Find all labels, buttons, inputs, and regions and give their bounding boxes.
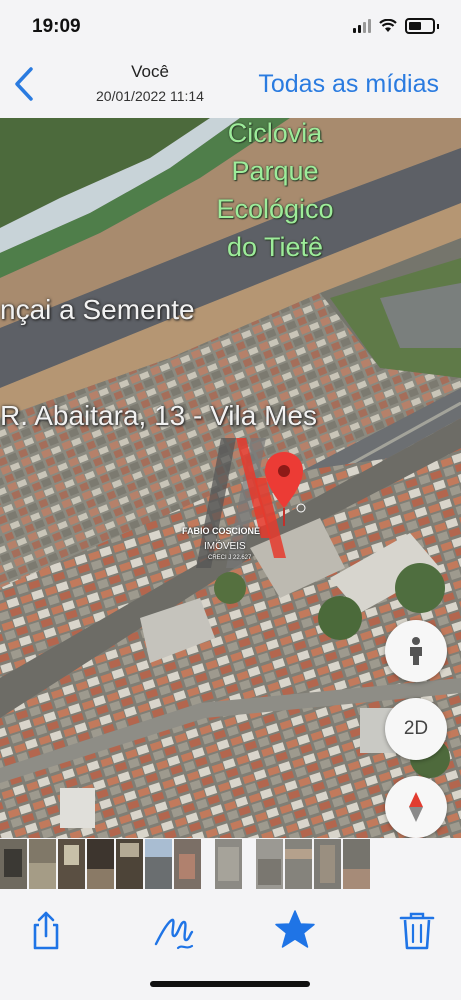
trash-icon — [399, 912, 435, 950]
place-label: nçai a Semente — [0, 294, 195, 325]
nav-bar: Você 20/01/2022 11:14 Todas as mídias — [0, 52, 461, 118]
thumbnail[interactable] — [116, 839, 143, 889]
thumbnail[interactable] — [87, 839, 114, 889]
map-pin-icon — [265, 452, 303, 526]
status-bar: 19:09 — [0, 0, 461, 52]
all-media-button[interactable]: Todas as mídias — [258, 70, 439, 99]
toggle-2d-button[interactable]: 2D — [385, 698, 447, 760]
thumbnail[interactable] — [215, 839, 242, 889]
thumbnail[interactable] — [58, 839, 85, 889]
park-label: Ciclovia Parque Ecológico do Tietê — [205, 118, 345, 266]
battery-tip — [437, 23, 439, 29]
share-icon — [33, 911, 59, 950]
markup-icon — [154, 918, 194, 950]
compass-icon — [409, 792, 423, 822]
toggle-2d-label: 2D — [403, 718, 429, 739]
park-label-line: Parque — [231, 156, 319, 186]
thumbnail[interactable] — [285, 839, 312, 889]
signal-icon — [353, 19, 371, 33]
park-label-line: Ciclovia — [227, 118, 323, 148]
favorite-button[interactable] — [273, 908, 317, 952]
compass-button[interactable] — [385, 776, 447, 838]
watermark-line-1: FABIO COSCIONE — [182, 526, 261, 536]
watermark-line-3: CRECI J 22.627 — [208, 555, 252, 561]
markup-button[interactable] — [152, 908, 196, 952]
thumbnail[interactable] — [174, 839, 201, 889]
street-view-button[interactable] — [385, 620, 447, 682]
park-label-line: Ecológico — [216, 194, 334, 224]
delete-button[interactable] — [395, 908, 439, 952]
home-indicator[interactable] — [150, 981, 310, 987]
share-button[interactable] — [24, 908, 68, 952]
person-icon — [410, 637, 422, 665]
favorite-star-icon — [275, 910, 315, 948]
thumbnail[interactable] — [343, 839, 370, 889]
thumbnail[interactable] — [145, 839, 172, 889]
wifi-icon — [379, 19, 397, 32]
status-icons — [353, 18, 439, 34]
park-label-line: do Tietê — [226, 232, 324, 262]
photo-view[interactable]: Ciclovia Parque Ecológico do Tietê nçai … — [0, 118, 461, 838]
thumbnail[interactable] — [314, 839, 341, 889]
thumbnail[interactable] — [256, 839, 283, 889]
watermark-line-2: IMÓVEIS — [204, 541, 246, 552]
thumbnail-strip[interactable] — [0, 838, 461, 890]
thumbnail[interactable] — [0, 839, 27, 889]
status-time: 19:09 — [32, 16, 81, 37]
nav-subtitle: 20/01/2022 11:14 — [96, 88, 204, 104]
nav-title: Você — [131, 62, 169, 81]
nav-title-block: Você 20/01/2022 11:14 — [0, 62, 300, 104]
thumbnail[interactable] — [29, 839, 56, 889]
battery-icon — [405, 18, 435, 34]
